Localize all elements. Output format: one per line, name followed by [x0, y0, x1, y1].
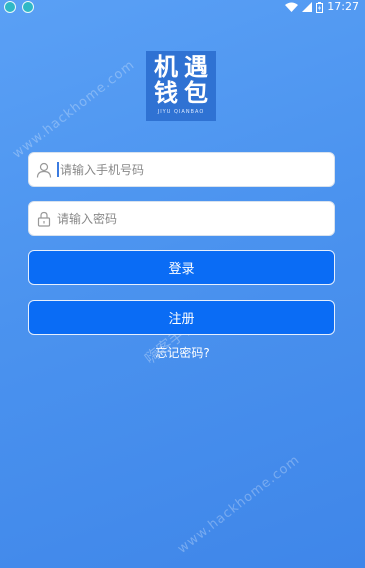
password-field[interactable]	[28, 201, 335, 236]
logo-char: 机	[154, 52, 178, 81]
watermark-text: www.hackhome.com	[10, 57, 138, 162]
user-icon	[35, 161, 53, 179]
logo-char: 遇	[184, 52, 208, 81]
wifi-icon	[285, 2, 299, 12]
phone-input[interactable]	[60, 154, 334, 185]
register-button[interactable]: 注册	[28, 300, 335, 335]
app-notification-icon	[22, 1, 34, 13]
app-logo: 机 遇 钱 包 JIYU QIANBAO	[146, 51, 216, 121]
app-notification-icon	[4, 1, 16, 13]
battery-icon	[316, 1, 324, 13]
lock-icon	[35, 210, 53, 228]
watermark-text: www.hackhome.com	[175, 452, 303, 557]
logo-char: 包	[184, 78, 208, 107]
logo-subtitle: JIYU QIANBAO	[157, 109, 205, 115]
phone-field[interactable]	[28, 152, 335, 187]
status-time: 17:27	[327, 0, 359, 13]
signal-icon	[302, 2, 313, 12]
logo-char: 钱	[154, 78, 178, 107]
status-bar: 17:27	[0, 0, 365, 14]
password-input[interactable]	[57, 203, 334, 234]
status-notification-icons	[4, 1, 34, 13]
status-right: 17:27	[285, 0, 359, 14]
login-button[interactable]: 登录	[28, 250, 335, 285]
forgot-password-link[interactable]: 忘记密码?	[0, 344, 365, 361]
text-cursor	[57, 162, 59, 177]
